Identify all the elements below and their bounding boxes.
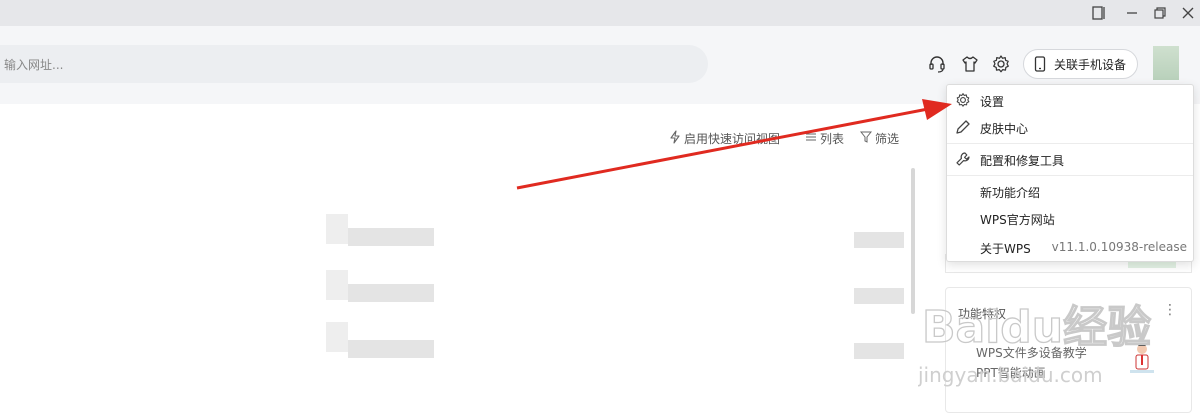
annotation-arrow: [516, 99, 952, 190]
